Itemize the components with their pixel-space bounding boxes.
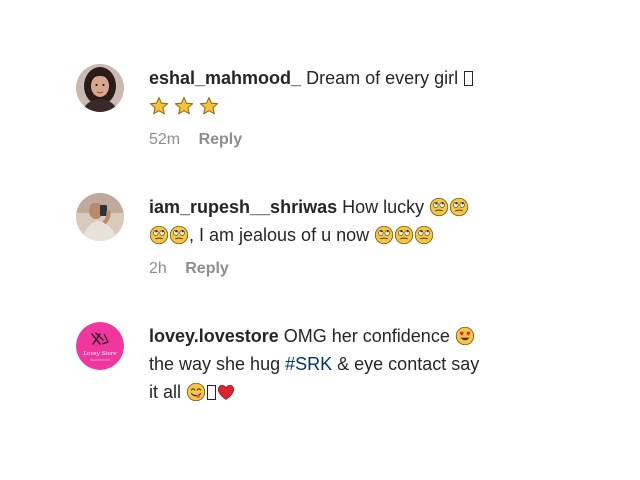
comment-text: iam_rupesh__shriwas How lucky , I am jea… bbox=[149, 193, 549, 249]
comment-message-part3: & eye contact say bbox=[337, 354, 480, 374]
comment-meta: 2h Reply bbox=[149, 259, 549, 279]
missing-glyph-icon bbox=[207, 385, 217, 400]
reply-button[interactable]: Reply bbox=[199, 131, 243, 148]
rolling-eyes-icon bbox=[429, 197, 449, 217]
yum-face-icon bbox=[186, 382, 206, 402]
avatar-brand-text: Lovey Store bbox=[82, 351, 117, 357]
comment-body: lovey.lovestore OMG her confidence the w… bbox=[149, 322, 549, 406]
avatar[interactable] bbox=[76, 64, 124, 112]
rolling-eyes-icon bbox=[414, 225, 434, 245]
comment-meta: 52m Reply bbox=[149, 130, 549, 150]
rolling-eyes-icon bbox=[449, 197, 469, 217]
comment-message-part4: it all bbox=[149, 382, 182, 402]
hashtag-link[interactable]: #SRK bbox=[285, 354, 332, 374]
avatar-image: Lovey Store bbox=[76, 322, 124, 370]
heart-eyes-icon bbox=[455, 326, 475, 346]
star-icon bbox=[199, 96, 219, 116]
avatar-image bbox=[76, 64, 124, 112]
star-icon bbox=[174, 96, 194, 116]
comment-timestamp: 52m bbox=[149, 131, 181, 148]
comment-body: iam_rupesh__shriwas How lucky , I am jea… bbox=[149, 193, 549, 279]
rolling-eyes-icon bbox=[149, 225, 169, 245]
avatar-image bbox=[76, 193, 124, 241]
rolling-eyes-icon bbox=[374, 225, 394, 245]
missing-glyph-icon bbox=[464, 71, 474, 86]
comment-body: eshal_mahmood_ Dream of every girl 52m R… bbox=[149, 64, 549, 150]
comment-text: eshal_mahmood_ Dream of every girl bbox=[149, 64, 549, 120]
comment-message: Dream of every girl bbox=[306, 68, 459, 88]
comment-username[interactable]: lovey.lovestore bbox=[149, 326, 279, 346]
star-icon bbox=[149, 96, 169, 116]
comment-text: lovey.lovestore OMG her confidence the w… bbox=[149, 322, 549, 406]
comment-feed: eshal_mahmood_ Dream of every girl 52m R… bbox=[0, 0, 640, 480]
comment-timestamp: 2h bbox=[149, 260, 167, 277]
avatar[interactable] bbox=[76, 193, 124, 241]
comment-username[interactable]: eshal_mahmood_ bbox=[149, 68, 301, 88]
rolling-eyes-icon bbox=[169, 225, 189, 245]
comment-message-part1: How lucky bbox=[342, 197, 425, 217]
comment-message-part1: OMG her confidence bbox=[283, 326, 450, 346]
comment-username[interactable]: iam_rupesh__shriwas bbox=[149, 197, 337, 217]
red-heart-icon bbox=[216, 382, 236, 402]
comment-message-part2: the way she hug bbox=[149, 354, 281, 374]
reply-button[interactable]: Reply bbox=[185, 260, 229, 277]
avatar[interactable]: Lovey Store bbox=[76, 322, 124, 370]
comment-message-part2: , I am jealous of u now bbox=[189, 225, 370, 245]
rolling-eyes-icon bbox=[394, 225, 414, 245]
